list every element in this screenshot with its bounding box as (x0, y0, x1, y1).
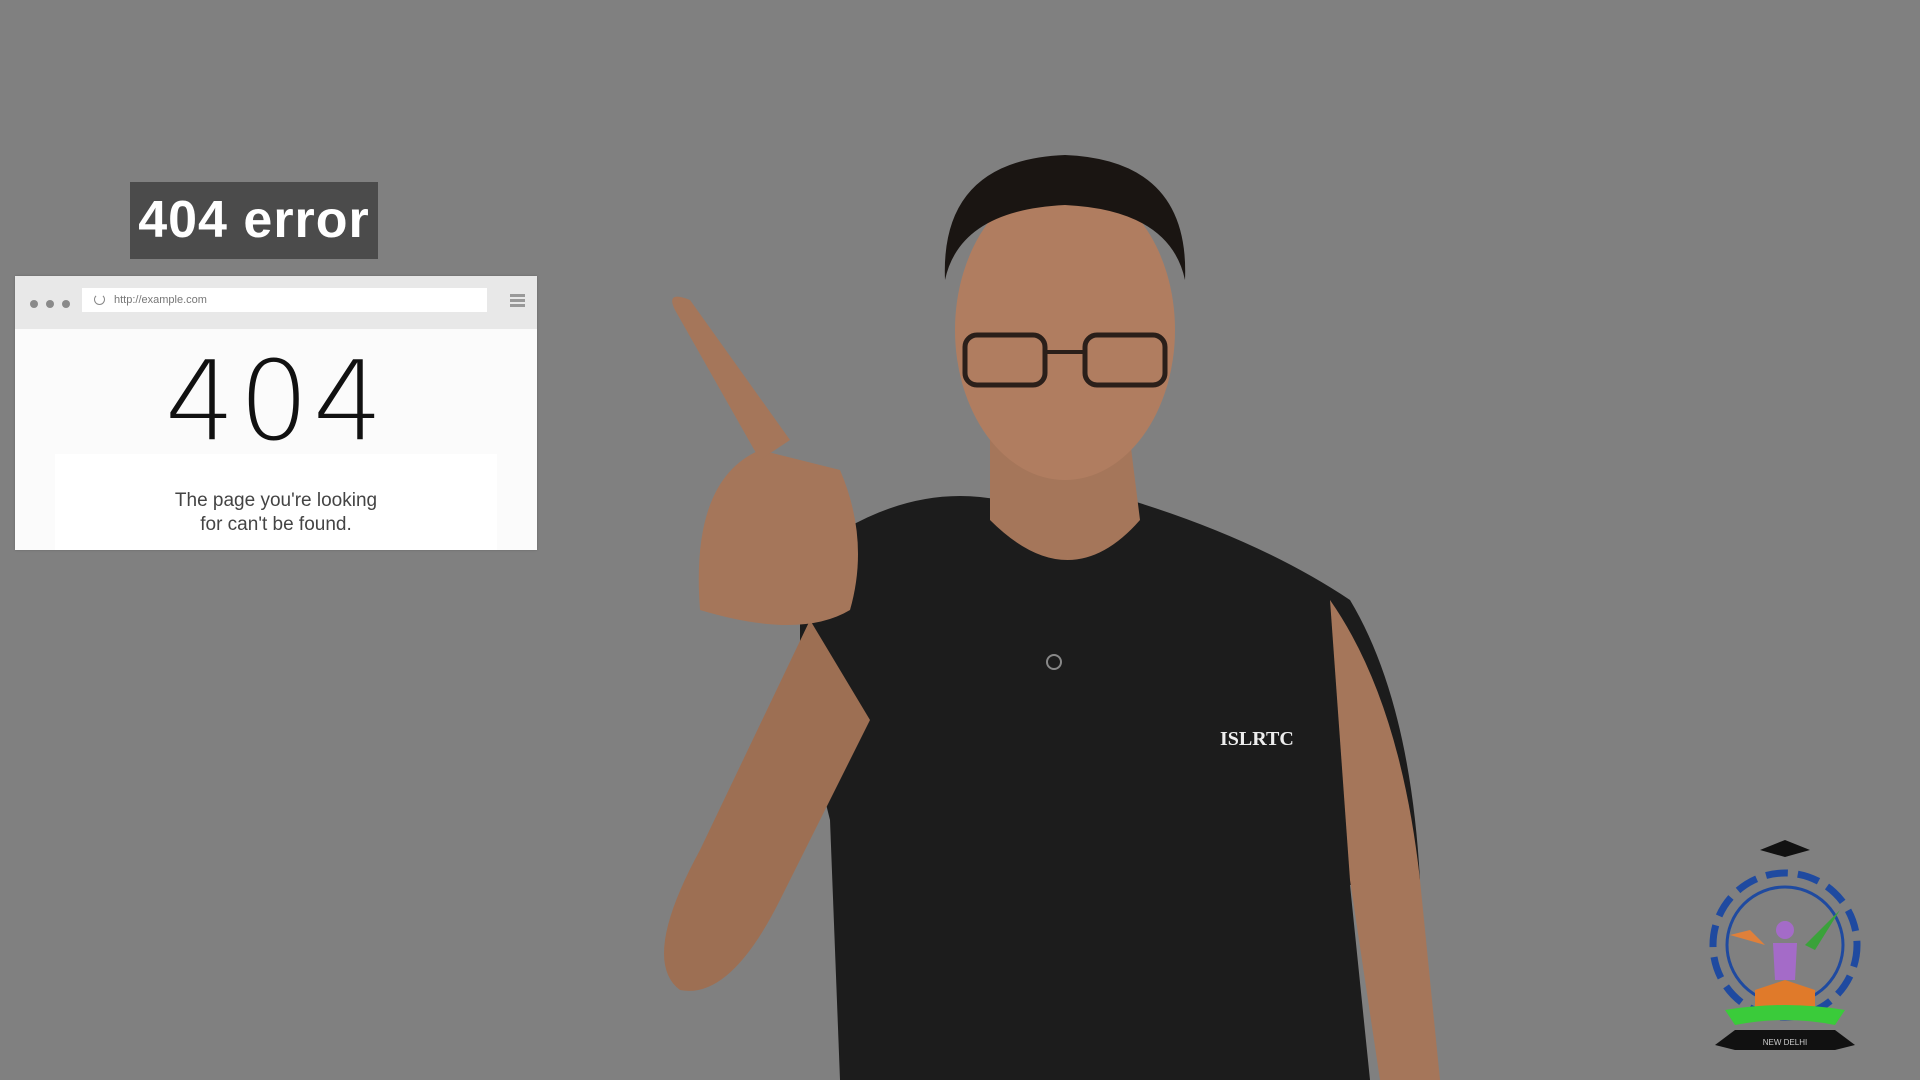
face (955, 180, 1175, 480)
graduation-cap-icon (1760, 840, 1810, 857)
shirt-logo-text: ISLRTC (1220, 728, 1294, 750)
signer-person: ISLRTC (664, 155, 1440, 1080)
islrtc-logo: NEW DELHI (1709, 840, 1861, 1050)
pointing-finger (672, 296, 790, 460)
black-shirt (800, 496, 1420, 1080)
hand (698, 450, 858, 625)
svg-text:NEW DELHI: NEW DELHI (1763, 1038, 1807, 1047)
